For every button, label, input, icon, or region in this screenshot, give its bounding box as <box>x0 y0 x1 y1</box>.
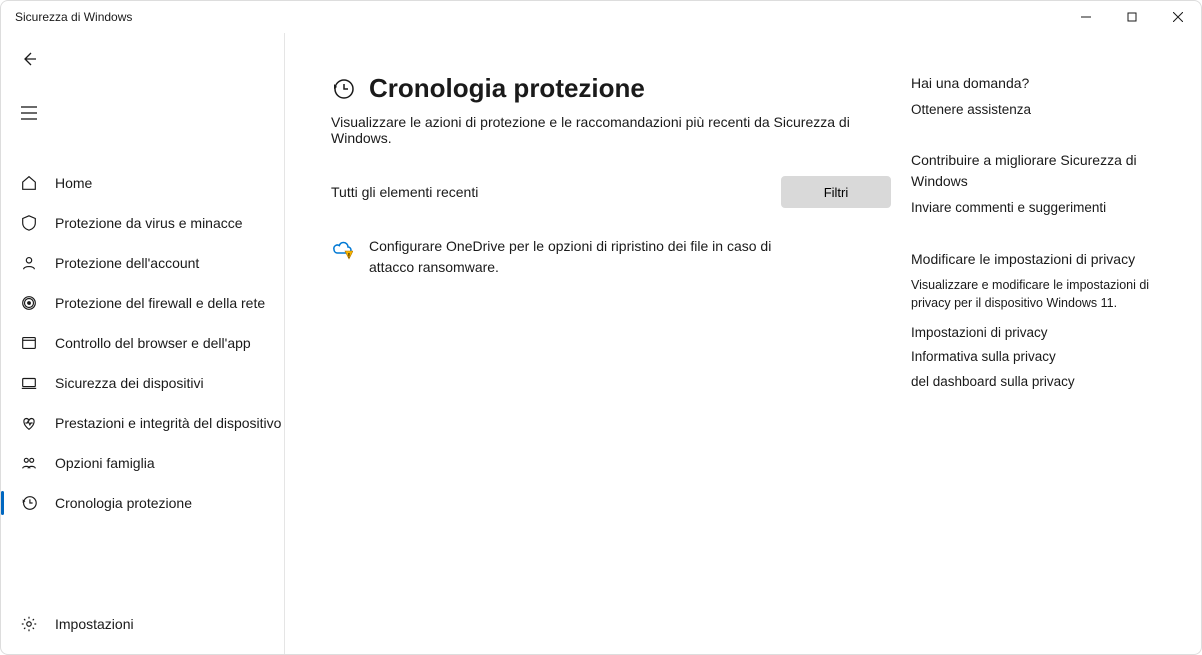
nav-browser-app[interactable]: Controllo del browser e dell'app <box>1 323 284 363</box>
shield-icon <box>19 213 39 233</box>
page-title: Cronologia protezione <box>369 73 645 104</box>
back-arrow-icon <box>21 51 37 67</box>
close-button[interactable] <box>1155 1 1201 33</box>
nav-label: Prestazioni e integrità del dispositivo <box>55 415 281 431</box>
maximize-icon <box>1127 12 1137 22</box>
nav-label: Protezione da virus e minacce <box>55 215 243 231</box>
aside-help-heading: Hai una domanda? <box>911 73 1181 94</box>
page-subtitle: Visualizzare le azioni di protezione e l… <box>331 114 891 146</box>
family-icon <box>19 453 39 473</box>
nav-virus-threat[interactable]: Protezione da virus e minacce <box>1 203 284 243</box>
history-icon <box>331 77 355 101</box>
list-header-title: Tutti gli elementi recenti <box>331 184 478 200</box>
nav-label: Cronologia protezione <box>55 495 192 511</box>
filter-button[interactable]: Filtri <box>781 176 891 208</box>
minimize-icon <box>1081 12 1091 22</box>
history-item[interactable]: ! Configurare OneDrive per le opzioni di… <box>331 232 891 282</box>
nav-label: Opzioni famiglia <box>55 455 155 471</box>
nav-label: Sicurezza dei dispositivi <box>55 375 204 391</box>
sidebar: Home Protezione da virus e minacce Prote… <box>1 33 285 654</box>
history-item-text: Configurare OneDrive per le opzioni di r… <box>369 236 789 278</box>
aside-privacy-desc: Visualizzare e modificare le impostazion… <box>911 276 1181 314</box>
aside-privacy: Modificare le impostazioni di privacy Vi… <box>911 249 1181 392</box>
nav-label: Protezione del firewall e della rete <box>55 295 265 311</box>
send-feedback-link[interactable]: Inviare commenti e suggerimenti <box>911 198 1181 218</box>
svg-text:!: ! <box>348 253 350 260</box>
aside-improve-heading: Contribuire a migliorare Sicurezza di Wi… <box>911 150 1181 192</box>
home-icon <box>19 173 39 193</box>
privacy-policy-link[interactable]: Informativa sulla privacy <box>911 347 1181 367</box>
nav-protection-history[interactable]: Cronologia protezione <box>1 483 284 523</box>
nav-label: Controllo del browser e dell'app <box>55 335 251 351</box>
history-icon <box>19 493 39 513</box>
page-header: Cronologia protezione <box>331 73 891 104</box>
nav-label: Impostazioni <box>55 616 134 632</box>
get-help-link[interactable]: Ottenere assistenza <box>911 100 1181 120</box>
account-icon <box>19 253 39 273</box>
back-button[interactable] <box>9 39 49 79</box>
nav-label: Protezione dell'account <box>55 255 199 271</box>
privacy-dashboard-link[interactable]: del dashboard sulla privacy <box>911 372 1181 392</box>
list-header: Tutti gli elementi recenti Filtri <box>331 176 891 208</box>
nav-device-security[interactable]: Sicurezza dei dispositivi <box>1 363 284 403</box>
gear-icon <box>19 614 39 634</box>
window-title: Sicurezza di Windows <box>15 10 132 24</box>
nav-settings[interactable]: Impostazioni <box>1 604 284 644</box>
main-layout: Home Protezione da virus e minacce Prote… <box>1 33 1201 654</box>
firewall-icon <box>19 293 39 313</box>
hamburger-button[interactable] <box>9 93 49 133</box>
nav-account-protection[interactable]: Protezione dell'account <box>1 243 284 283</box>
titlebar: Sicurezza di Windows <box>1 1 1201 33</box>
nav-label: Home <box>55 175 92 191</box>
maximize-button[interactable] <box>1109 1 1155 33</box>
nav-home[interactable]: Home <box>1 163 284 203</box>
nav: Home Protezione da virus e minacce Prote… <box>1 163 284 654</box>
content-main: Cronologia protezione Visualizzare le az… <box>331 73 891 654</box>
aside: Hai una domanda? Ottenere assistenza Con… <box>911 73 1181 654</box>
minimize-button[interactable] <box>1063 1 1109 33</box>
aside-privacy-heading: Modificare le impostazioni di privacy <box>911 249 1181 270</box>
app-browser-icon <box>19 333 39 353</box>
nav-firewall[interactable]: Protezione del firewall e della rete <box>1 283 284 323</box>
device-security-icon <box>19 373 39 393</box>
aside-help: Hai una domanda? Ottenere assistenza <box>911 73 1181 120</box>
onedrive-warning-icon: ! <box>331 238 353 260</box>
close-icon <box>1173 12 1183 22</box>
window-controls <box>1063 1 1201 33</box>
content: Cronologia protezione Visualizzare le az… <box>285 33 1201 654</box>
aside-improve: Contribuire a migliorare Sicurezza di Wi… <box>911 150 1181 218</box>
nav-device-health[interactable]: Prestazioni e integrità del dispositivo <box>1 403 284 443</box>
hamburger-icon <box>21 106 37 120</box>
privacy-settings-link[interactable]: Impostazioni di privacy <box>911 323 1181 343</box>
nav-family-options[interactable]: Opzioni famiglia <box>1 443 284 483</box>
heart-icon <box>19 413 39 433</box>
